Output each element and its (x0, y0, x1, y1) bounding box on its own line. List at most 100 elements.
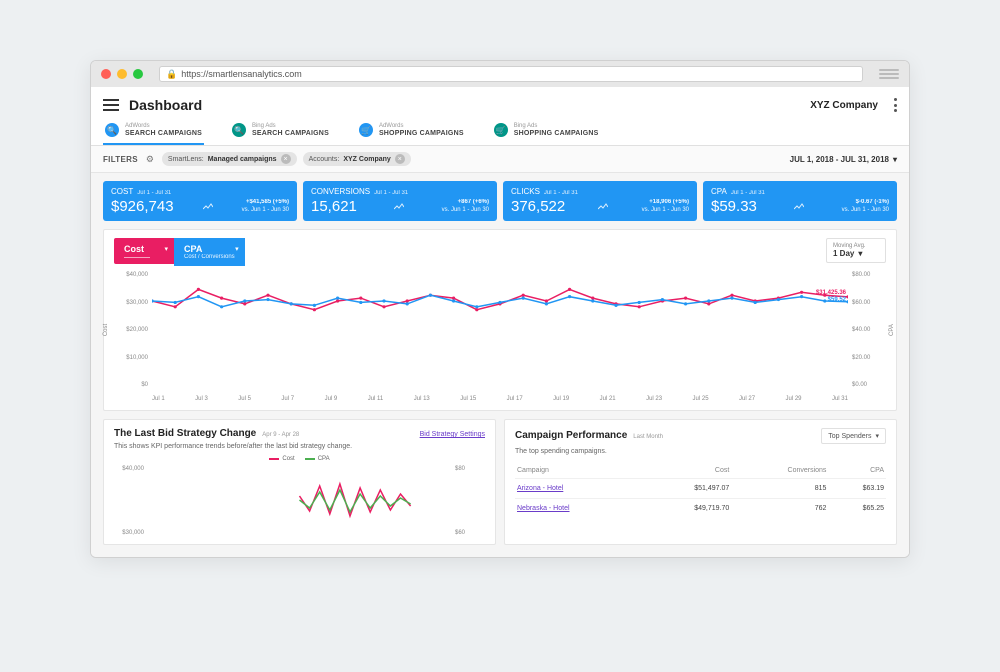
metric-primary-selector[interactable]: Cost ▾ (114, 238, 174, 264)
browser-menu-icon[interactable] (879, 69, 899, 79)
tab-label: SHOPPING CAMPAIGNS (514, 130, 599, 138)
company-name: XYZ Company (810, 100, 878, 111)
report-tab[interactable]: 🛒 Bing Ads SHOPPING CAMPAIGNS (492, 117, 601, 145)
kpi-card[interactable]: CPAJul 1 - Jul 31 $59.33 $-0.67 (-1%)vs.… (703, 181, 897, 221)
tab-label: SEARCH CAMPAIGNS (252, 130, 329, 138)
metric-secondary-title: CPA (184, 244, 235, 254)
card-range: Jul 1 - Jul 31 (731, 190, 765, 196)
tab-source: AdWords (125, 123, 202, 130)
bid-strategy-settings-link[interactable]: Bid Strategy Settings (420, 431, 485, 438)
filter-icon[interactable]: ⚙ (146, 154, 154, 165)
url-text: https://smartlensanalytics.com (181, 69, 302, 79)
report-tab[interactable]: 🔍 AdWords SEARCH CAMPAIGNS (103, 117, 204, 145)
kpi-card[interactable]: CLICKSJul 1 - Jul 31 376,522 +18,906 (+5… (503, 181, 697, 221)
legend-cost: Cost (269, 456, 294, 462)
metric-secondary-sub: Cost / Conversions (184, 254, 235, 260)
col-cpa: CPA (828, 463, 886, 479)
chevron-down-icon: ▾ (875, 432, 879, 440)
date-range-picker[interactable]: JUL 1, 2018 - JUL 31, 2018 ▾ (790, 155, 897, 164)
perf-sort-dropdown[interactable]: Top Spenders ▾ (821, 428, 886, 444)
tab-source: AdWords (379, 123, 464, 130)
report-tab[interactable]: 🔍 Bing Ads SEARCH CAMPAIGNS (230, 117, 331, 145)
tab-label: SEARCH CAMPAIGNS (125, 130, 202, 138)
metric-primary-title: Cost (124, 244, 164, 254)
card-value: 376,522 (511, 198, 565, 215)
tab-icon: 🔍 (232, 123, 246, 137)
chip-key: Accounts: (309, 156, 340, 163)
card-range: Jul 1 - Jul 31 (544, 190, 578, 196)
address-bar[interactable]: 🔒 https://smartlensanalytics.com (159, 66, 863, 82)
sparkline-icon (794, 202, 804, 212)
tab-icon: 🛒 (494, 123, 508, 137)
chip-remove-icon[interactable]: × (395, 154, 405, 164)
metric-selectors: Cost ▾ CPA Cost / Conversions ▾ Moving A… (114, 238, 886, 266)
chip-remove-icon[interactable]: × (281, 154, 291, 164)
table-row: Arizona - Hotel $51,497.07 815 $63.19 (515, 479, 886, 499)
kpi-card[interactable]: COST Jul 1 - Jul 31 $926,743 +$41,585 (+5… (103, 181, 297, 221)
card-value: $59.33 (711, 198, 757, 215)
card-label: CONVERSIONS (311, 187, 370, 196)
cell-cost: $49,719.70 (643, 499, 731, 519)
lock-icon: 🔒 (166, 69, 177, 80)
kpi-cards: COST Jul 1 - Jul 31 $926,743 +$41,585 (+5… (91, 173, 909, 229)
bid-y-left-ticks: $40,000$30,000 (114, 466, 144, 536)
kpi-card[interactable]: CONVERSIONSJul 1 - Jul 31 15,621 +867 (+… (303, 181, 497, 221)
filter-chip[interactable]: SmartLens:Managed campaigns× (162, 152, 297, 166)
date-range-text: JUL 1, 2018 - JUL 31, 2018 (790, 155, 889, 164)
moving-avg-selector[interactable]: Moving Avg. 1 Day▾ (826, 238, 886, 263)
card-value: $926,743 (111, 198, 174, 215)
cell-cpa: $63.19 (828, 479, 886, 499)
card-delta: +$41,585 (+5%)vs. Jun 1 - Jun 30 (242, 199, 289, 214)
legend-cpa: CPA (305, 456, 330, 462)
tab-icon: 🔍 (105, 123, 119, 137)
metric-secondary-selector[interactable]: CPA Cost / Conversions ▾ (174, 238, 245, 266)
chevron-down-icon: ▾ (164, 245, 168, 253)
chevron-down-icon: ▾ (893, 155, 897, 164)
bottom-panels: The Last Bid Strategy Change Apr 9 - Apr… (91, 419, 909, 557)
main-chart-panel: Cost ▾ CPA Cost / Conversions ▾ Moving A… (103, 229, 897, 411)
perf-panel-range: Last Month (633, 434, 663, 440)
perf-panel-desc: The top spending campaigns. (515, 448, 886, 455)
card-label: COST (111, 187, 133, 196)
perf-panel-title: Campaign Performance (515, 430, 627, 441)
card-range: Jul 1 - Jul 31 (137, 190, 171, 196)
cell-conversions: 815 (731, 479, 828, 499)
window-close-icon[interactable] (101, 69, 111, 79)
card-delta: +18,906 (+5%)vs. Jun 1 - Jun 30 (642, 199, 689, 214)
campaign-table: Campaign Cost Conversions CPA Arizona - … (515, 463, 886, 518)
main-chart: Cost CPA $40,000$30,000$20,000$10,000$0 … (114, 272, 886, 402)
chip-value: XYZ Company (343, 156, 390, 163)
more-menu-icon[interactable] (894, 98, 897, 112)
chip-value: Managed campaigns (208, 156, 277, 163)
chart-plot-area (152, 272, 848, 388)
tab-source: Bing Ads (514, 123, 599, 130)
campaign-link[interactable]: Arizona - Hotel (517, 485, 563, 492)
moving-avg-value: 1 Day (833, 249, 854, 258)
report-tabs: 🔍 AdWords SEARCH CAMPAIGNS 🔍 Bing Ads SE… (91, 117, 909, 146)
col-campaign: Campaign (515, 463, 643, 479)
browser-window: 🔒 https://smartlensanalytics.com Dashboa… (90, 60, 910, 558)
campaign-performance-panel: Campaign Performance Last Month Top Spen… (504, 419, 897, 545)
cell-cost: $51,497.07 (643, 479, 731, 499)
window-maximize-icon[interactable] (133, 69, 143, 79)
x-axis-ticks: Jul 1Jul 3Jul 5Jul 7Jul 9Jul 11Jul 13Jul… (152, 396, 848, 402)
filter-chip[interactable]: Accounts:XYZ Company × (303, 152, 411, 166)
bid-y-right-ticks: $80$60 (455, 466, 485, 536)
filters-label: FILTERS (103, 155, 138, 164)
sparkline-icon (394, 202, 404, 212)
campaign-link[interactable]: Nebraska - Hotel (517, 505, 570, 512)
filter-chips: SmartLens:Managed campaigns×Accounts:XYZ… (162, 152, 411, 166)
filter-bar: FILTERS ⚙ SmartLens:Managed campaigns×Ac… (91, 146, 909, 173)
tab-label: SHOPPING CAMPAIGNS (379, 130, 464, 138)
bid-chart-legend: Cost CPA (114, 456, 485, 462)
series-end-labels: $31,425.36 $59.52 (816, 290, 846, 304)
table-row: Nebraska - Hotel $49,719.70 762 $65.25 (515, 499, 886, 519)
window-minimize-icon[interactable] (117, 69, 127, 79)
sparkline-icon (203, 202, 213, 212)
end-label-cpa: $59.52 (816, 297, 846, 304)
sparkline-icon (598, 202, 608, 212)
report-tab[interactable]: 🛒 AdWords SHOPPING CAMPAIGNS (357, 117, 466, 145)
hamburger-icon[interactable] (103, 99, 119, 111)
tab-source: Bing Ads (252, 123, 329, 130)
page-title: Dashboard (129, 97, 800, 113)
